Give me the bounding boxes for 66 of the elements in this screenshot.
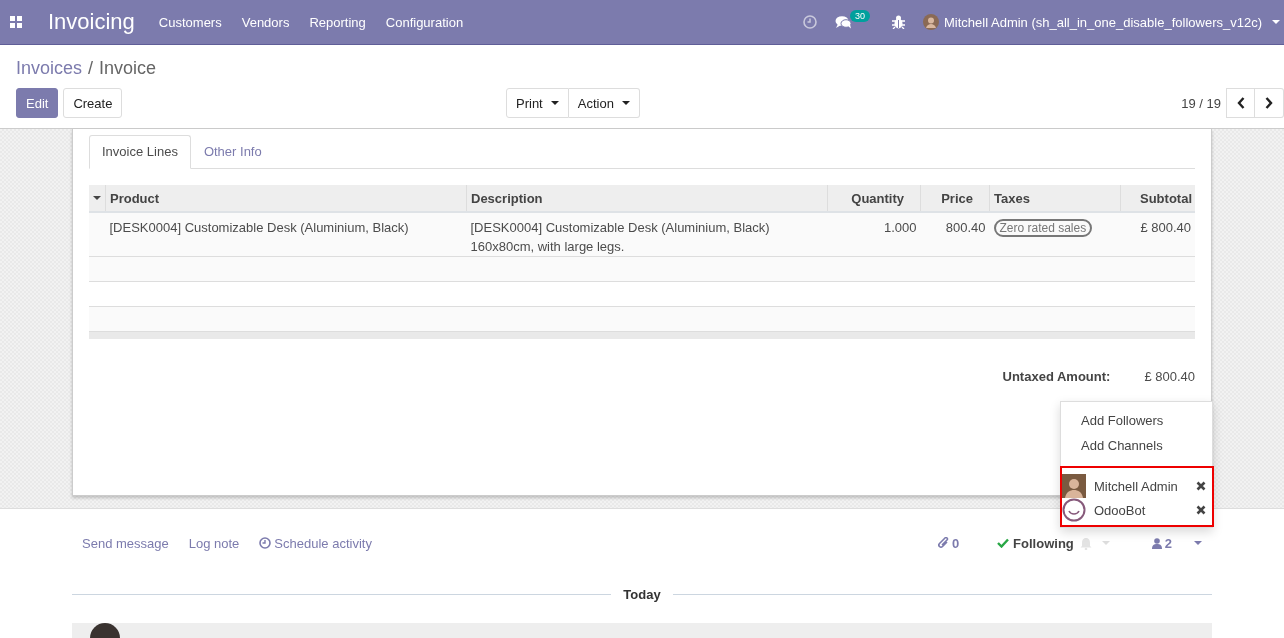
previous-button[interactable] [1226,88,1255,118]
clock-icon [803,15,817,29]
menu-item[interactable]: Reporting [309,14,366,30]
table-cell: 800.40 [920,212,990,257]
column-header[interactable]: Description [466,185,828,212]
menu-item[interactable]: Add Followers [1061,408,1212,433]
breadcrumb-separator: / [88,58,94,79]
pager-value: 19 / 19 [1181,95,1221,111]
menu-item[interactable]: Vendors [241,14,290,30]
user-menu[interactable]: Mitchell Admin (sh_all_in_one_disable_followers_v12c) [923,14,1280,30]
breadcrumb-current: Invoice [99,58,157,79]
total-label: Untaxed Amount: [1002,369,1111,384]
user-avatar-icon [923,14,940,30]
user-icon [1151,537,1162,549]
person-avatar-icon [1062,474,1086,498]
caret-icon [621,101,630,105]
smiley-avatar-icon [1062,498,1086,522]
caret-icon [1272,20,1280,24]
follower-name[interactable]: OdooBot [1094,502,1196,518]
next-button[interactable] [1255,88,1284,118]
breadcrumb-link[interactable]: Invoices [16,58,83,79]
table-cell: £ 800.40 [1120,212,1195,257]
column-header[interactable]: Taxes [989,185,1121,212]
remove-icon[interactable] [1196,481,1206,491]
table-cell: 1.000 [827,212,921,257]
message-count-badge: 30 [850,10,871,22]
app-title[interactable]: Invoicing [48,9,135,35]
date-divider-label: Today [622,587,662,602]
caret-icon [1194,541,1202,545]
remove-icon[interactable] [1196,505,1206,515]
column-header[interactable]: Price [920,185,990,212]
chevron-left-icon [1236,97,1245,109]
attachments-button[interactable]: 0 [937,535,960,551]
followers-button[interactable]: 2 [1151,535,1172,551]
bug-icon [892,15,906,29]
chat-bubbles-icon [835,15,852,29]
clock-icon [259,537,272,549]
dropdown-button[interactable]: Print [506,88,569,118]
bell-icon [1079,536,1092,550]
follower-name[interactable]: Mitchell Admin [1094,478,1196,494]
chevron-right-icon [1265,97,1273,109]
tab[interactable]: Other Info [190,135,275,168]
tab[interactable]: Invoice Lines [89,135,191,169]
total-value: £ 800.40 [1144,369,1195,384]
tax-tag: Zero rated sales [993,219,1093,237]
dropdown-button[interactable]: Action [568,88,640,118]
following-button[interactable]: Following [997,535,1074,551]
create-button[interactable]: Create [63,88,123,118]
menu-item[interactable]: Configuration [385,14,464,30]
schedule-activity-link[interactable]: Schedule activity [259,535,372,551]
paperclip-icon [937,537,949,549]
table-cell: [DESK0004] Customizable Desk (Aluminium, Black) 160x80cm, with large legs. [466,212,828,257]
chatter-link[interactable]: Send message [82,535,169,551]
column-header[interactable]: Quantity [827,185,921,212]
column-header[interactable]: Product [105,185,467,212]
edit-button[interactable]: Edit [16,88,59,118]
column-header[interactable]: Subtotal [1120,185,1195,212]
sort-caret-icon [93,196,101,200]
menu-item[interactable]: Add Channels [1061,433,1212,458]
checkmark-icon [997,538,1010,548]
apps-menu-icon[interactable] [10,16,22,28]
menu-item[interactable]: Customers [158,14,222,30]
table-cell: [DESK0004] Customizable Desk (Aluminium, Black) [105,212,467,257]
chatter-link[interactable]: Log note [188,535,240,551]
caret-icon [1101,541,1110,545]
caret-icon [550,101,559,105]
